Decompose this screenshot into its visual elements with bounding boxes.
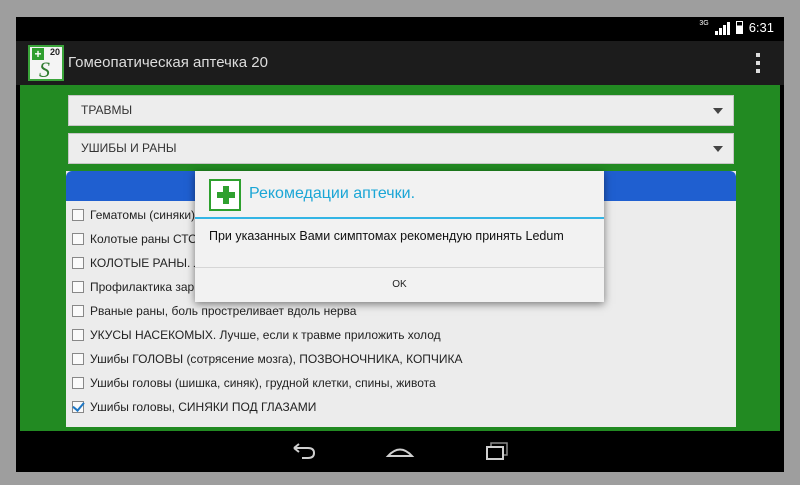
dialog-title-divider xyxy=(195,217,604,219)
dialog-message: При указанных Вами симптомах рекомендую … xyxy=(209,229,564,243)
recommendation-dialog: Рекомедации аптечки. При указанных Вами … xyxy=(195,171,604,302)
dialog-scrim: Рекомедации аптечки. При указанных Вами … xyxy=(0,0,800,485)
first-aid-cross-icon xyxy=(209,179,241,211)
dialog-title: Рекомедации аптечки. xyxy=(249,185,416,202)
ok-button[interactable]: OK xyxy=(195,268,604,302)
